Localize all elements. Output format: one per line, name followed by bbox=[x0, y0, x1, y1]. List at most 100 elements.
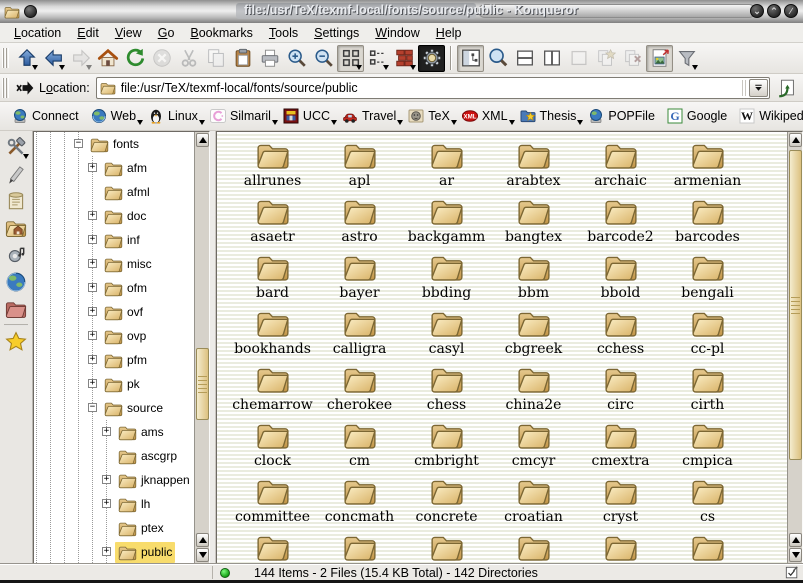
folder-clock[interactable]: clock bbox=[229, 418, 316, 474]
close-button[interactable]: ∕ bbox=[784, 4, 798, 18]
expand-expander-icon[interactable]: + bbox=[88, 379, 97, 388]
link-view-checkbox-icon[interactable] bbox=[785, 566, 799, 580]
tree-item-afml[interactable]: afml bbox=[34, 180, 194, 204]
folder-bayer[interactable]: bayer bbox=[316, 250, 403, 306]
zoom-out-button[interactable] bbox=[310, 45, 337, 72]
folder-partial[interactable] bbox=[229, 530, 316, 563]
scroll-down-button[interactable] bbox=[196, 548, 209, 562]
bookmark-travel[interactable]: Travel bbox=[336, 106, 402, 126]
menu-location[interactable]: Location bbox=[6, 24, 69, 42]
tree-item-misc[interactable]: + misc bbox=[34, 252, 194, 276]
menu-go[interactable]: Go bbox=[150, 24, 183, 42]
split-horizontal-button[interactable] bbox=[511, 45, 538, 72]
tree-item-ovf[interactable]: + ovf bbox=[34, 300, 194, 324]
folder-chess[interactable]: chess bbox=[403, 362, 490, 418]
folder-concrete[interactable]: concrete bbox=[403, 474, 490, 530]
folder-armenian[interactable]: armenian bbox=[664, 138, 751, 194]
split-vertical-button[interactable] bbox=[538, 45, 565, 72]
folder-partial[interactable] bbox=[316, 530, 403, 563]
bookmark-silmaril[interactable]: Silmaril bbox=[204, 106, 277, 126]
expand-expander-icon[interactable]: + bbox=[102, 475, 111, 484]
location-dropdown-button[interactable] bbox=[749, 79, 768, 97]
title-bar[interactable]: file:/usr/TeX/texmf-local/fonts/source/p… bbox=[0, 0, 803, 23]
folder-barcode2[interactable]: barcode2 bbox=[577, 194, 664, 250]
tree-item-ofm[interactable]: + ofm bbox=[34, 276, 194, 300]
folder-croatian[interactable]: croatian bbox=[490, 474, 577, 530]
dropdown-arrow-icon[interactable] bbox=[356, 65, 362, 70]
tree-item-lh[interactable]: + lh bbox=[34, 492, 194, 516]
menu-edit[interactable]: Edit bbox=[69, 24, 107, 42]
collapse-expander-icon[interactable]: − bbox=[74, 139, 83, 148]
folder-bard[interactable]: bard bbox=[229, 250, 316, 306]
tree-item-ascgrp[interactable]: ascgrp bbox=[34, 444, 194, 468]
folder-allrunes[interactable]: allrunes bbox=[229, 138, 316, 194]
expand-expander-icon[interactable]: + bbox=[102, 427, 111, 436]
scrollbar-thumb[interactable] bbox=[789, 150, 802, 460]
tree-item-inf[interactable]: + inf bbox=[34, 228, 194, 252]
dropdown-arrow-icon[interactable] bbox=[32, 65, 38, 70]
dropdown-arrow-icon[interactable] bbox=[86, 65, 92, 70]
list-view-button[interactable] bbox=[364, 45, 391, 72]
view-scrollbar[interactable] bbox=[787, 132, 802, 563]
location-input[interactable] bbox=[121, 81, 740, 95]
gear-button[interactable] bbox=[418, 45, 445, 72]
bookmark-wikipedia[interactable]: WWikipedia bbox=[733, 106, 803, 126]
folder-backgamm[interactable]: backgamm bbox=[403, 194, 490, 250]
folder-cm[interactable]: cm bbox=[316, 418, 403, 474]
folder-cmcyr[interactable]: cmcyr bbox=[490, 418, 577, 474]
dropdown-arrow-icon[interactable] bbox=[23, 154, 29, 159]
tree-item-pk[interactable]: + pk bbox=[34, 372, 194, 396]
window-menu-button[interactable] bbox=[24, 5, 37, 18]
print-button[interactable] bbox=[256, 45, 283, 72]
folder-chemarrow[interactable]: chemarrow bbox=[229, 362, 316, 418]
folder-china2e[interactable]: china2e bbox=[490, 362, 577, 418]
folder-cmextra[interactable]: cmextra bbox=[577, 418, 664, 474]
detail-view-button[interactable] bbox=[391, 45, 418, 72]
tree-item-afm[interactable]: + afm bbox=[34, 156, 194, 180]
sidebar-tab-bookmark-star[interactable] bbox=[2, 328, 30, 355]
bookmark-tex[interactable]: TeX bbox=[402, 106, 456, 126]
up-button[interactable] bbox=[13, 45, 40, 72]
toolbar-grip[interactable] bbox=[2, 48, 9, 68]
sidebar-tab-network[interactable] bbox=[2, 268, 30, 295]
folder-cmpica[interactable]: cmpica bbox=[664, 418, 751, 474]
back-button[interactable] bbox=[40, 45, 67, 72]
expand-expander-icon[interactable]: + bbox=[88, 163, 97, 172]
dropdown-arrow-icon[interactable] bbox=[59, 65, 65, 70]
tree-item-doc[interactable]: + doc bbox=[34, 204, 194, 228]
tree-item-fonts[interactable]: − fonts bbox=[34, 132, 194, 156]
menu-view[interactable]: View bbox=[107, 24, 150, 42]
expand-expander-icon[interactable]: + bbox=[88, 307, 97, 316]
menu-help[interactable]: Help bbox=[428, 24, 470, 42]
sidebar-tree-button[interactable] bbox=[457, 45, 484, 72]
collapse-expander-icon[interactable]: − bbox=[88, 403, 97, 412]
sidebar-tab-pencil[interactable] bbox=[2, 160, 30, 187]
bookmark-thesis[interactable]: Thesis bbox=[514, 106, 583, 126]
folder-asaetr[interactable]: asaetr bbox=[229, 194, 316, 250]
sidebar-tab-history[interactable] bbox=[2, 187, 30, 214]
tree-item-jknappen[interactable]: + jknappen bbox=[34, 468, 194, 492]
folder-arabtex[interactable]: arabtex bbox=[490, 138, 577, 194]
find-button[interactable] bbox=[484, 45, 511, 72]
folder-calligra[interactable]: calligra bbox=[316, 306, 403, 362]
folder-bbding[interactable]: bbding bbox=[403, 250, 490, 306]
sidebar-tab-root-folder[interactable] bbox=[2, 295, 30, 322]
expand-expander-icon[interactable]: + bbox=[88, 355, 97, 364]
dropdown-arrow-icon[interactable] bbox=[692, 65, 698, 70]
scroll-up-button[interactable] bbox=[196, 133, 209, 147]
bookmark-xml[interactable]: XMLXML bbox=[456, 106, 514, 126]
folder-bangtex[interactable]: bangtex bbox=[490, 194, 577, 250]
scroll-up-button[interactable] bbox=[789, 533, 802, 547]
sidebar-tab-services[interactable] bbox=[2, 241, 30, 268]
menu-bookmarks[interactable]: Bookmarks bbox=[182, 24, 261, 42]
menu-tools[interactable]: Tools bbox=[261, 24, 306, 42]
folder-circ[interactable]: circ bbox=[577, 362, 664, 418]
folder-cherokee[interactable]: cherokee bbox=[316, 362, 403, 418]
folder-bookhands[interactable]: bookhands bbox=[229, 306, 316, 362]
tree-selection[interactable]: public bbox=[115, 542, 175, 563]
bookmark-google[interactable]: GGoogle bbox=[661, 106, 733, 126]
reload-button[interactable] bbox=[121, 45, 148, 72]
folder-astro[interactable]: astro bbox=[316, 194, 403, 250]
folder-partial[interactable] bbox=[664, 530, 751, 563]
folder-cs[interactable]: cs bbox=[664, 474, 751, 530]
